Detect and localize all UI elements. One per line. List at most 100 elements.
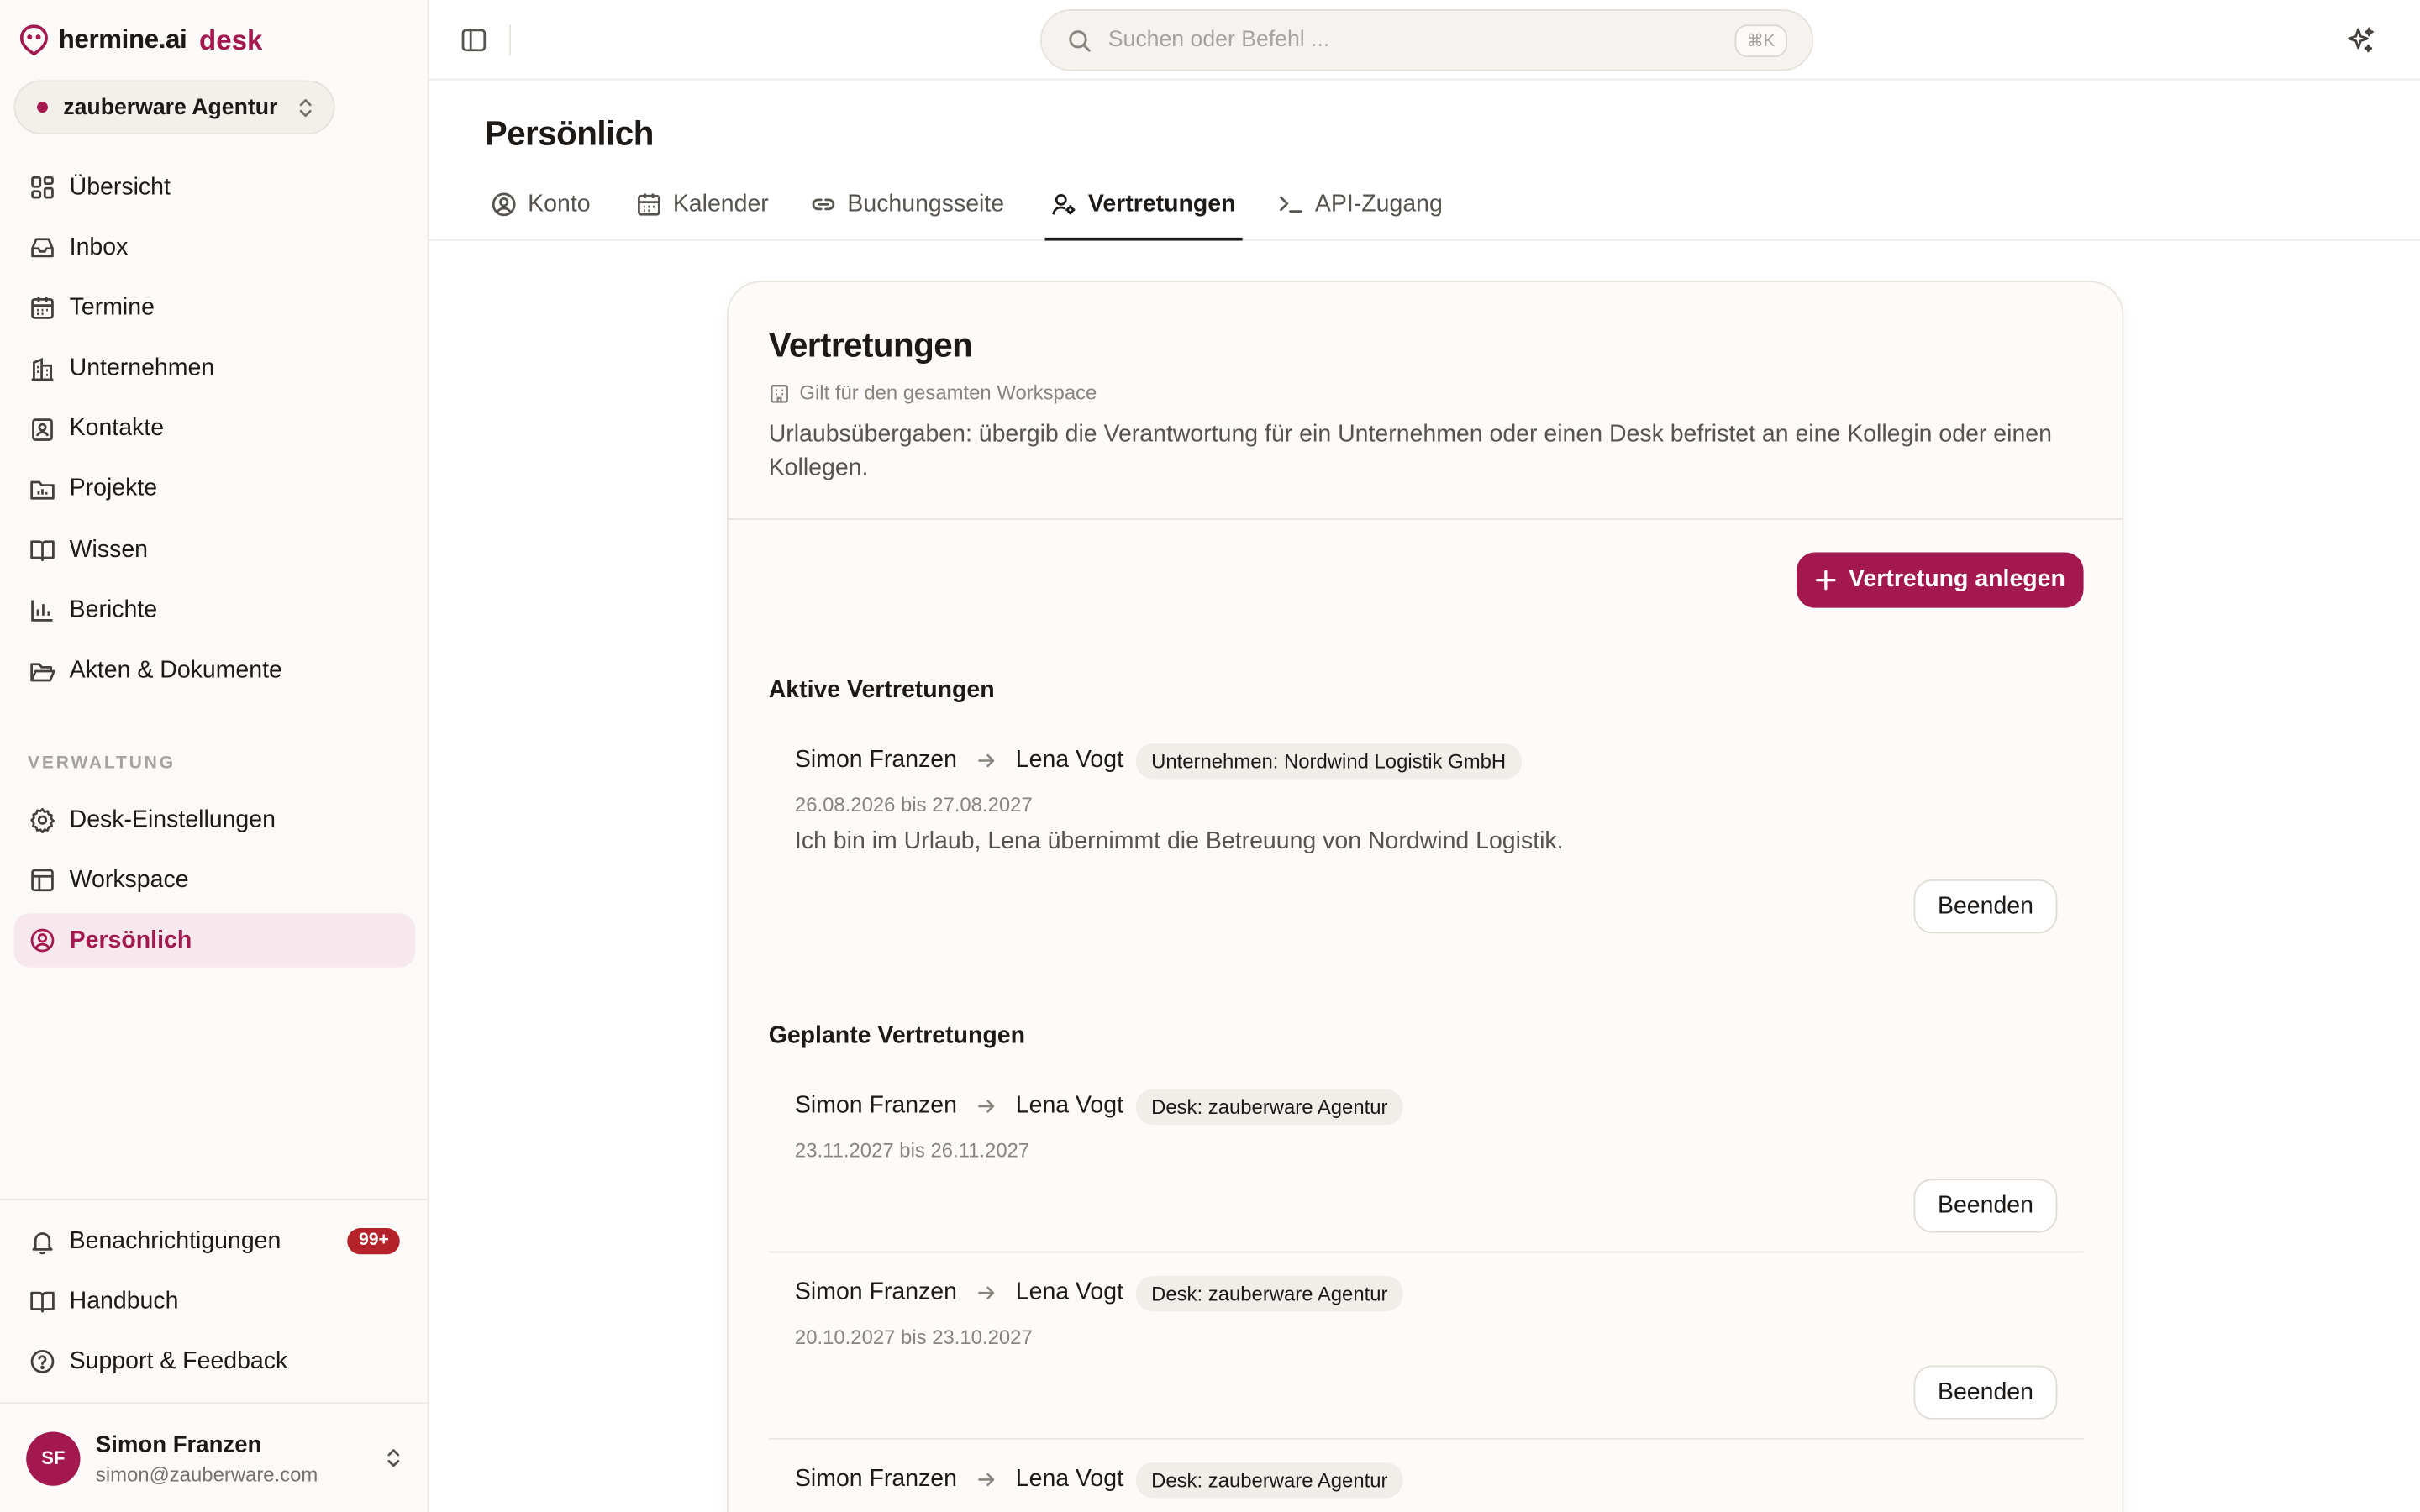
scope-note-text: Gilt für den gesamten Workspace (799, 381, 1097, 405)
user-circle-icon (29, 928, 55, 954)
scope-chip: Desk: zauberware Agentur (1135, 1088, 1403, 1125)
brand-product: desk (199, 24, 263, 55)
workspace-switcher[interactable]: zauberware Agentur (13, 80, 335, 134)
sidebar-item-support[interactable]: Support & Feedback (14, 1335, 416, 1389)
sidebar-item-inbox[interactable]: Inbox (14, 221, 416, 275)
section-label-verwaltung: VERWALTUNG (28, 754, 176, 774)
bar-chart-icon (29, 597, 55, 623)
tab-label: Buchungsseite (847, 190, 1005, 218)
page-title: Persönlich (484, 113, 655, 153)
card-title: Vertretungen (768, 325, 973, 365)
help-circle-icon (29, 1349, 55, 1375)
arrow-right-icon (976, 1095, 997, 1117)
workspace-dot-icon (37, 102, 48, 113)
link-icon (810, 192, 836, 218)
sidebar-item-label: Übersicht (69, 173, 171, 200)
sidebar-item-akten[interactable]: Akten & Dokumente (14, 644, 416, 698)
folder-open-icon (29, 658, 55, 684)
arrow-right-icon (976, 1282, 997, 1304)
sidebar-divider (0, 1402, 429, 1404)
scope-chip: Unternehmen: Nordwind Logistik GmbH (1135, 743, 1522, 779)
user-meta: Simon Franzen simon@zauberware.com (96, 1431, 369, 1485)
tab-vertretungen[interactable]: Vertretungen (1044, 170, 1242, 241)
sidebar-item-uebersicht[interactable]: Übersicht (14, 160, 416, 214)
sidebar-item-label: Benachrichtigungen (69, 1227, 281, 1254)
sidebar-item-berichte[interactable]: Berichte (14, 584, 416, 638)
end-substitution-button[interactable]: Beenden (1913, 1179, 2058, 1233)
from-person: Simon Franzen (794, 1092, 957, 1119)
create-substitution-label: Vertretung anlegen (1849, 566, 2065, 593)
sidebar-item-label: Termine (69, 294, 155, 321)
end-substitution-button[interactable]: Beenden (1913, 1365, 2058, 1420)
brand[interactable]: hermine.ai desk (18, 20, 262, 60)
sidebar-item-kontakte[interactable]: Kontakte (14, 402, 416, 456)
user-menu[interactable]: SF Simon Franzen simon@zauberware.com (26, 1425, 412, 1490)
tab-label: API-Zugang (1314, 190, 1443, 218)
tab-label: Konto (528, 190, 591, 218)
search-placeholder: Suchen oder Befehl ... (1107, 28, 1330, 53)
list-item: Simon Franzen Lena Vogt Unternehmen: Nor… (794, 741, 2058, 934)
calendar-icon (29, 296, 55, 322)
ai-sparkles-icon[interactable] (2346, 24, 2377, 55)
workspace-name: zauberware Agentur (63, 94, 278, 120)
sidebar-item-termine[interactable]: Termine (14, 281, 416, 335)
terminal-icon (1278, 192, 1304, 218)
date-range: 26.08.2026 bis 27.08.2027 (794, 793, 1033, 816)
substitution-header: Simon Franzen Lena Vogt Desk: zauberware… (795, 1460, 2057, 1500)
search-input[interactable]: Suchen oder Befehl ... ⌘K (1039, 9, 1814, 71)
sidebar-item-unternehmen[interactable]: Unternehmen (14, 342, 416, 396)
sidebar-item-projekte[interactable]: Projekte (14, 463, 416, 517)
to-person: Lena Vogt (1015, 746, 1124, 774)
sidebar-item-handbuch[interactable]: Handbuch (14, 1274, 416, 1328)
scope-chip: Desk: zauberware Agentur (1135, 1462, 1403, 1498)
tab-label: Kalender (672, 190, 769, 218)
end-button-label: Beenden (1937, 1378, 2033, 1405)
tab-api-zugang[interactable]: API-Zugang (1278, 170, 1443, 239)
sidebar-item-wissen[interactable]: Wissen (14, 523, 416, 577)
contact-icon (29, 416, 55, 442)
book-icon (29, 1289, 55, 1315)
sidebar-toggle-icon[interactable] (460, 26, 487, 54)
sidebar-item-desk-einstellungen[interactable]: Desk-Einstellungen (14, 793, 416, 847)
avatar: SF (26, 1431, 81, 1485)
book-icon (29, 537, 55, 563)
create-substitution-button[interactable]: Vertretung anlegen (1796, 552, 2084, 608)
card-separator (728, 518, 2123, 520)
sidebar-item-label: Handbuch (69, 1288, 179, 1315)
scope-note: Gilt für den gesamten Workspace (769, 381, 1097, 405)
substitution-note: Ich bin im Urlaub, Lena übernimmt die Be… (794, 828, 1564, 855)
settings-tabs: Konto Kalender Buchungsseite Vertretunge… (429, 170, 2420, 241)
user-circle-icon (491, 192, 517, 218)
building-icon (769, 382, 791, 404)
to-person: Lena Vogt (1015, 1092, 1124, 1119)
end-substitution-button[interactable]: Beenden (1913, 879, 2058, 934)
inbox-icon (29, 235, 55, 261)
sidebar-item-label: Projekte (69, 475, 158, 502)
toolbar-separator (509, 24, 511, 56)
search-icon (1066, 27, 1092, 53)
list-item: Simon Franzen Lena Vogt Desk: zauberware… (795, 1273, 2058, 1427)
to-person: Lena Vogt (1015, 1278, 1124, 1305)
sidebar-item-label: Unternehmen (69, 354, 215, 381)
arrow-right-icon (976, 750, 997, 772)
sidebar-item-label: Wissen (69, 536, 149, 563)
tab-konto[interactable]: Konto (491, 170, 591, 239)
list-item: Simon Franzen Lena Vogt Desk: zauberware… (795, 1460, 2057, 1512)
dashboard-icon (29, 175, 55, 201)
sidebar-item-benachrichtigungen[interactable]: Benachrichtigungen 99+ (14, 1215, 416, 1268)
sidebar-item-label: Desk-Einstellungen (69, 806, 276, 832)
sidebar-item-workspace[interactable]: Workspace (14, 853, 416, 907)
substitution-header: Simon Franzen Lena Vogt Unternehmen: Nor… (795, 741, 2057, 781)
to-person: Lena Vogt (1015, 1465, 1124, 1493)
tab-buchungsseite[interactable]: Buchungsseite (810, 170, 1004, 239)
tab-kalender[interactable]: Kalender (636, 170, 769, 239)
vertretungen-card: Vertretungen Gilt für den gesamten Works… (727, 281, 2124, 1512)
top-bar: Suchen oder Befehl ... ⌘K (429, 0, 2420, 81)
plus-icon (1815, 570, 1837, 591)
chevron-up-down-icon (297, 97, 315, 118)
planned-substitutions-heading: Geplante Vertretungen (768, 1022, 1026, 1049)
search-shortcut-hint: ⌘K (1733, 24, 1787, 57)
user-name: Simon Franzen (95, 1431, 262, 1457)
sidebar-item-label: Inbox (69, 234, 129, 260)
sidebar-item-persoenlich[interactable]: Persönlich (13, 914, 416, 969)
